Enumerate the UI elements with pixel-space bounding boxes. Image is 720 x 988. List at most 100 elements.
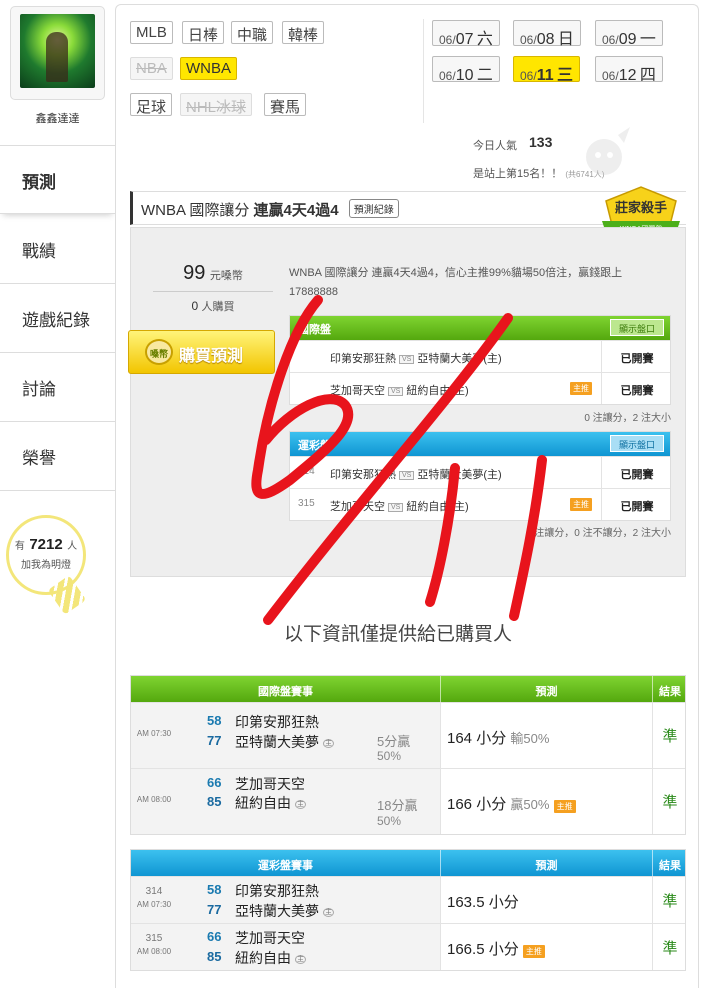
sidebar-tab-record[interactable]: 戰績 (0, 215, 115, 284)
date-0607[interactable]: 06/07 六 (432, 20, 500, 48)
column-header: 國際盤賽事 (131, 676, 441, 702)
lottery-line-header: 運彩盤 顯示盤口 (290, 432, 670, 456)
home-score: 77 (207, 902, 222, 917)
lottery-results-header: 運彩盤賽事 預測 結果 (131, 850, 685, 876)
buy-prediction-button[interactable]: 嗓幣 購買預測 (128, 330, 275, 374)
matchup: 芝加哥天空 VS 紐約自由(主) (330, 382, 469, 398)
date-month: 06/ (602, 33, 619, 47)
buyer-count: 0 人購買 (153, 291, 273, 314)
league-mlb[interactable]: MLB (130, 21, 173, 44)
fan-suffix: 人 (67, 541, 78, 552)
sidebar-tab-discussion[interactable]: 討論 (0, 353, 115, 422)
pick-value: 163.5 小分 (447, 894, 519, 911)
home-score: 85 (207, 949, 222, 964)
buy-prediction-label: 購買預測 (179, 348, 244, 365)
column-header: 預測 (441, 850, 653, 876)
prediction-panel: 99 元嗓幣 0 人購買 嗓幣 購買預測 WNBA 國際讓分 連贏4天4過4，信… (128, 227, 686, 577)
away-team: 芝加哥天空 (330, 501, 385, 513)
handicap: 18分贏 (377, 798, 418, 813)
home-team: 紐約自由 (235, 950, 291, 966)
away-score: 58 (207, 713, 222, 728)
prediction-cell: 163.5 小分 (441, 877, 653, 923)
away-team: 芝加哥天空 (330, 385, 385, 397)
intl-line-summary: 0 注讓分，2 注大小 (584, 413, 671, 424)
league-soccer[interactable]: 足球 (130, 93, 173, 116)
away-team: 芝加哥天空 (235, 930, 305, 946)
home-team: 亞特蘭大美夢(主) (417, 469, 502, 481)
home-score: 85 (207, 794, 222, 809)
away-score: 66 (207, 929, 222, 944)
date-0610[interactable]: 06/10 二 (432, 56, 500, 84)
home-team: 亞特蘭大美夢 (235, 734, 319, 750)
prediction-record-button[interactable]: 預測紀錄 (348, 199, 399, 218)
buyers-only-notice: 以下資訊僅提供給已購買人 (284, 624, 513, 645)
column-header: 運彩盤賽事 (131, 850, 441, 876)
show-line-button[interactable]: 顯示盤口 (609, 319, 664, 336)
away-team: 芝加哥天空 (235, 776, 305, 792)
prediction-description: WNBA 國際讓分 連贏4天4過4，信心主推99%貓場50倍注，贏錢跟上1788… (289, 267, 623, 298)
price-box: 99 元嗓幣 0 人購買 (153, 262, 273, 314)
game-time: AM 07:30 (136, 900, 172, 909)
coin-icon: 嗓幣 (145, 339, 173, 365)
lottery-line-table: 運彩盤 顯示盤口 314 印第安那狂熱 VS 亞特蘭大美夢(主) 已開賽 315 芝… (289, 431, 671, 521)
date-month: 06/ (520, 69, 537, 83)
rank-text: 是站上第15名！！ (473, 168, 563, 180)
date-month: 06/ (439, 69, 456, 83)
handicap-percent: 50% (377, 749, 402, 763)
lightbulb-fan-button[interactable]: 有 7212 人 加我為明燈 (6, 515, 86, 595)
league-wnba[interactable]: WNBA (180, 57, 237, 80)
prediction-cell: 166.5 小分 主推 (441, 924, 653, 970)
game-time: AM 07:30 (131, 703, 177, 768)
game-meta: 314 AM 07:30 (131, 877, 177, 923)
home-mark-icon: 主 (323, 739, 334, 748)
main-pick-tag: 主推 (553, 800, 576, 813)
game-time: AM 08:00 (136, 947, 172, 956)
table-row: 314 AM 07:30 58 印第安那狂熱 77 亞特蘭大美夢主 163.5 小… (131, 876, 685, 923)
away-team: 印第安那狂熱 (235, 883, 319, 899)
show-line-button[interactable]: 顯示盤口 (609, 435, 664, 452)
league-korea-baseball[interactable]: 韓棒 (282, 21, 325, 44)
sidebar-tab-honor[interactable]: 榮譽 (0, 422, 115, 491)
lottery-line-title: 運彩盤 (298, 440, 331, 452)
lottery-line-summary: 0 注讓分，0 注不讓分，2 注大小 (525, 528, 671, 539)
avatar[interactable] (10, 6, 105, 100)
date-0608[interactable]: 06/08 日 (513, 20, 581, 48)
home-team-cell: 亞特蘭大美夢主 (235, 901, 334, 921)
game-status: 已開賽 (601, 457, 672, 488)
date-0609[interactable]: 06/09 一 (595, 20, 663, 48)
home-mark-icon: 主 (295, 955, 306, 964)
popularity-label: 今日人氣 (473, 140, 517, 152)
date-weekday: 六 (476, 31, 493, 48)
price-value: 99 (183, 262, 206, 284)
handicap: 5分贏 (377, 734, 411, 749)
sidebar-tab-predict[interactable]: 預測 (0, 145, 115, 214)
pick-value: 164 小分 (447, 730, 507, 747)
away-score: 66 (207, 775, 222, 790)
user-name[interactable]: 鑫鑫達達 (0, 110, 115, 126)
sidebar-tab-game-log[interactable]: 遊戲紀錄 (0, 284, 115, 353)
home-team-cell: 紐約自由主 (235, 948, 306, 968)
main-pick-tag: 主推 (570, 498, 592, 511)
away-team: 印第安那狂熱 (330, 353, 396, 365)
buyer-number: 0 (191, 299, 199, 313)
intl-line-table: 國際盤 顯示盤口 印第安那狂熱 VS 亞特蘭大美夢(主) 已開賽 芝加哥天空 VS 紐約… (289, 315, 671, 405)
home-mark-icon: 主 (295, 800, 306, 809)
result: 準 (662, 893, 678, 910)
date-0612[interactable]: 06/12 四 (595, 56, 663, 84)
matchup: 芝加哥天空 VS 紐約自由(主) (330, 498, 469, 514)
home-team-cell: 紐約自由主 (235, 793, 306, 813)
mascot-icon (586, 127, 630, 175)
table-row: AM 08:00 66 芝加哥天空 85 紐約自由主 18分贏 50% 166 … (131, 768, 685, 834)
avatar-image (20, 14, 95, 88)
popularity-value: 133 (529, 134, 553, 150)
league-japan-baseball[interactable]: 日棒 (182, 21, 225, 44)
page-root: 鑫鑫達達 預測 戰績 遊戲紀錄 討論 榮譽 有 7212 人 加我為明燈 MLB… (0, 0, 720, 988)
league-cpbl[interactable]: 中職 (231, 21, 274, 44)
date-0611[interactable]: 06/11 三 (513, 56, 580, 84)
fan-prefix: 有 (14, 541, 25, 552)
main-pick-tag-cell: 主推 (570, 498, 592, 511)
league-horse-racing[interactable]: 賽馬 (264, 93, 307, 116)
date-day: 10 (455, 67, 474, 84)
table-row: 315 芝加哥天空 VS 紐約自由(主) 主推 已開賽 (290, 488, 670, 520)
vs-icon: VS (399, 355, 415, 364)
